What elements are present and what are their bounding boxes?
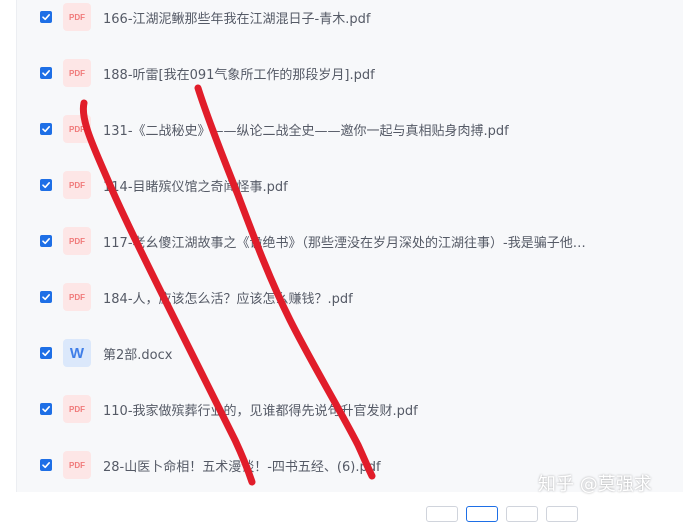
file-row[interactable]: PDF 114-目睹殡仪馆之奇闻怪事.pdf	[17, 157, 683, 213]
file-checkbox[interactable]	[40, 347, 52, 359]
file-name[interactable]: 166-江湖泥鳅那些年我在江湖混日子-青木.pdf	[103, 8, 643, 27]
file-name[interactable]: 184-人，应该怎么活？应该怎么赚钱？.pdf	[103, 288, 643, 307]
page-button-active[interactable]	[466, 506, 498, 522]
check-icon	[42, 238, 50, 245]
file-list-panel: PDF 166-江湖泥鳅那些年我在江湖混日子-青木.pdf PDF 188-听雷[我在…	[16, 0, 683, 492]
file-name[interactable]: 117-老幺傻江湖故事之《诡绝书》（那些湮没在岁月深处的江湖往事）-我是骗子他…	[103, 232, 643, 251]
file-name[interactable]: 131-《二战秘史》——纵论二战全史——邀你一起与真相贴身肉搏.pdf	[103, 120, 643, 139]
page-button[interactable]	[426, 506, 458, 522]
check-icon	[42, 14, 50, 21]
file-checkbox[interactable]	[40, 291, 52, 303]
file-checkbox[interactable]	[40, 179, 52, 191]
file-row[interactable]: PDF 110-我家做殡葬行业的，见谁都得先说句升官发财.pdf	[17, 381, 683, 437]
file-row[interactable]: PDF 188-听雷[我在091气象所工作的那段岁月].pdf	[17, 45, 683, 101]
file-name[interactable]: 188-听雷[我在091气象所工作的那段岁月].pdf	[103, 64, 643, 83]
pdf-file-icon: PDF	[63, 451, 91, 479]
file-name[interactable]: 110-我家做殡葬行业的，见谁都得先说句升官发财.pdf	[103, 400, 643, 419]
file-checkbox[interactable]	[40, 11, 52, 23]
file-row[interactable]: PDF 184-人，应该怎么活？应该怎么赚钱？.pdf	[17, 269, 683, 325]
watermark: 知乎 @莫强求	[538, 474, 652, 495]
check-icon	[42, 182, 50, 189]
pdf-file-icon: PDF	[63, 115, 91, 143]
pdf-file-icon: PDF	[63, 171, 91, 199]
file-checkbox[interactable]	[40, 123, 52, 135]
check-icon	[42, 462, 50, 469]
file-row[interactable]: PDF 131-《二战秘史》——纵论二战全史——邀你一起与真相贴身肉搏.pdf	[17, 101, 683, 157]
pdf-file-icon: PDF	[63, 227, 91, 255]
check-icon	[42, 350, 50, 357]
check-icon	[42, 126, 50, 133]
word-file-icon: W	[63, 339, 91, 367]
file-checkbox[interactable]	[40, 235, 52, 247]
file-name[interactable]: 第2部.docx	[103, 344, 643, 363]
file-checkbox[interactable]	[40, 67, 52, 79]
file-checkbox[interactable]	[40, 459, 52, 471]
check-icon	[42, 406, 50, 413]
file-row[interactable]: PDF 166-江湖泥鳅那些年我在江湖混日子-青木.pdf	[17, 0, 683, 45]
file-checkbox[interactable]	[40, 403, 52, 415]
page-button[interactable]	[506, 506, 538, 522]
check-icon	[42, 70, 50, 77]
pdf-file-icon: PDF	[63, 283, 91, 311]
file-row[interactable]: W 第2部.docx	[17, 325, 683, 381]
pdf-file-icon: PDF	[63, 59, 91, 87]
file-name[interactable]: 114-目睹殡仪馆之奇闻怪事.pdf	[103, 176, 643, 195]
pdf-file-icon: PDF	[63, 3, 91, 31]
file-row[interactable]: PDF 117-老幺傻江湖故事之《诡绝书》（那些湮没在岁月深处的江湖往事）-我是骗…	[17, 213, 683, 269]
pdf-file-icon: PDF	[63, 395, 91, 423]
check-icon	[42, 294, 50, 301]
page-button[interactable]	[546, 506, 578, 522]
pagination	[0, 506, 683, 522]
